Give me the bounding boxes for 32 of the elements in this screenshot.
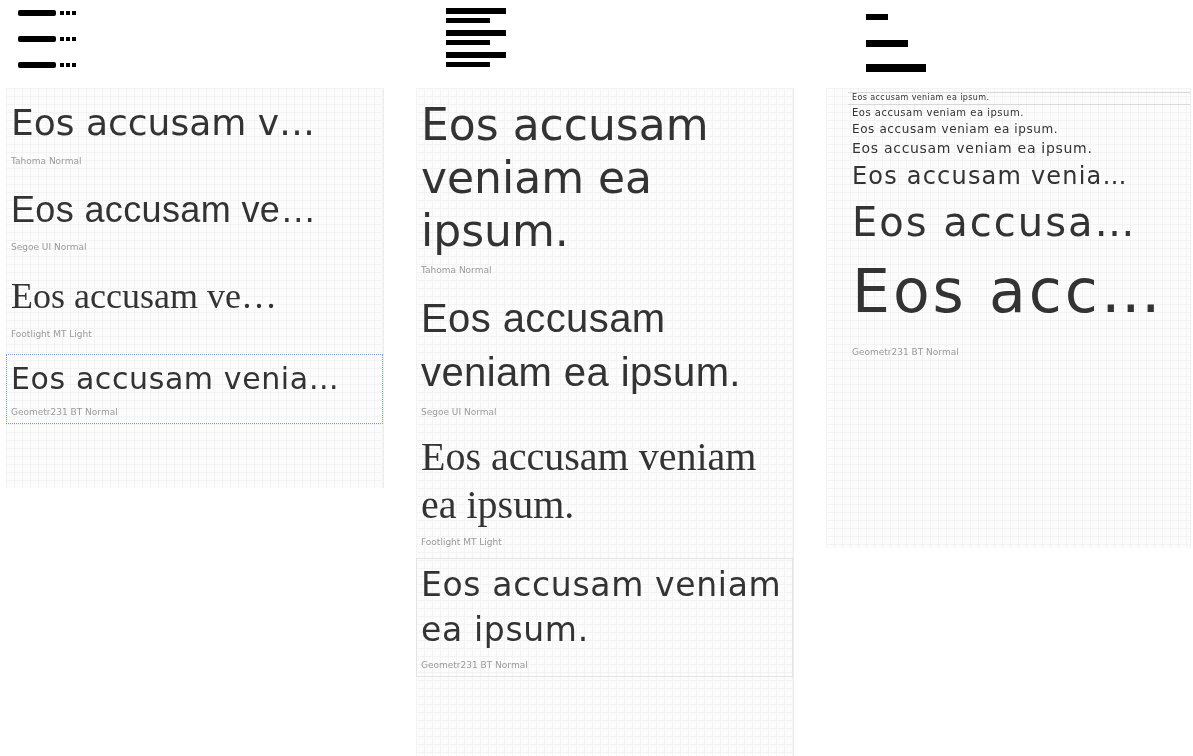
font-list-item[interactable]: Eos accusam v… Tahoma Normal [6,94,383,173]
waterfall-sample-line[interactable]: Eos accusam veniam ea ipsum. [848,104,1190,121]
font-sample-text: Eos accusam veniam ea ipsum. [421,564,783,651]
font-name: Geometr231 BT Normal [421,660,528,671]
font-sample-text: Eos accusam veniam ea ipsum. [421,295,742,397]
font-name: Segoe UI Normal [11,242,87,253]
waterfall-sample-line[interactable]: Eos accusam veniam ea ipsum. [848,92,1190,105]
waterfall-sample-line[interactable]: Eos acc… [848,249,1190,333]
font-name: Tahoma Normal [11,155,82,166]
waterfall-sample-line[interactable]: Eos accusa… [848,193,1190,250]
font-name: Segoe UI Normal [421,407,497,418]
font-list-item[interactable]: Eos accusam veniam ea ipsum. Geometr231 BT Normal [416,558,793,678]
font-name: Geometr231 BT Normal [11,407,118,418]
font-list-item[interactable]: Eos accusam veniam ea ipsum. Footlight MT Light [416,428,793,555]
waterfall-sample-line[interactable]: Eos accusam veniam ea ipsum. [848,138,1190,160]
font-sample-text: Eos accusam ve… [11,187,317,232]
font-name: Tahoma Normal [421,265,492,276]
font-sample-text: Eos accusam v… [11,101,316,145]
font-sample-text: Eos accusam veniam ea ipsum. [421,433,758,530]
waterfall-sample-line[interactable]: Eos accusam venia… [848,159,1190,194]
font-name: Footlight MT Light [11,328,92,339]
font-list-item[interactable]: Eos accusam ve… Segoe UI Normal [6,180,383,260]
font-name: Footlight MT Light [421,537,502,548]
font-sample-text: Eos accusam venia… [11,359,340,398]
waterfall-sample-line[interactable]: Eos accusam veniam ea ipsum. [848,120,1190,139]
font-list-item[interactable]: Eos accusam ve… Footlight MT Light [6,267,383,346]
font-list-item[interactable]: Eos accusam venia… Geometr231 BT Normal [6,353,383,425]
font-sample-text: Eos accusam veniam ea ipsum. [421,99,710,258]
font-name: Geometr231 BT Normal [851,346,960,357]
font-list-item[interactable]: Eos accusam veniam ea ipsum. Segoe UI Normal [416,286,793,425]
font-sample-text: Eos accusam ve… [11,275,277,319]
font-list-item[interactable]: Eos accusam veniam ea ipsum. Tahoma Normal [416,94,793,283]
